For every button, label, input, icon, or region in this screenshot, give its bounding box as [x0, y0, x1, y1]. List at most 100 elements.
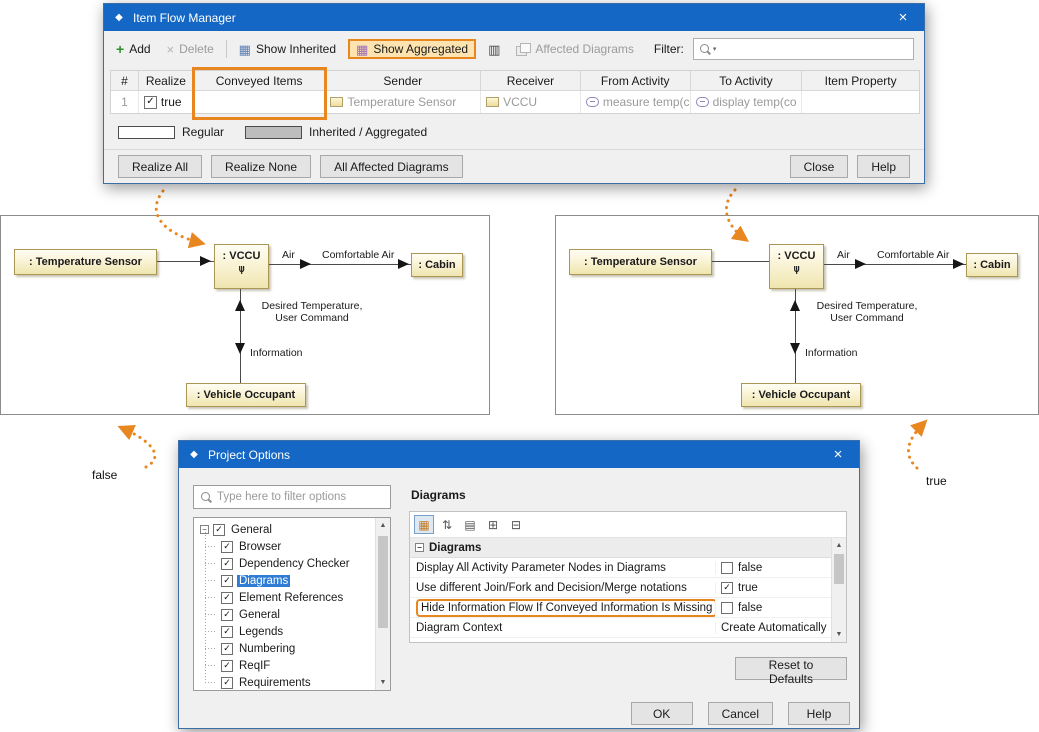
tree-checkbox[interactable]: ✓ — [221, 677, 233, 689]
sort-alphabetically-button[interactable]: ⇅ — [437, 515, 457, 534]
property-row[interactable]: Diagram Context Create Automatically — [410, 618, 831, 638]
property-checkbox[interactable]: ✓ — [721, 562, 733, 574]
realize-all-button[interactable]: Realize All — [118, 155, 202, 178]
tree-checkbox[interactable]: ✓ — [221, 643, 233, 655]
help-button[interactable]: Help — [857, 155, 910, 178]
cancel-button[interactable]: Cancel — [708, 702, 773, 725]
tree-item-diagrams[interactable]: ✓ Diagrams — [194, 572, 390, 589]
tree-item-reqif[interactable]: ✓ ReqIF — [194, 657, 390, 674]
collapse-icon[interactable]: − — [415, 543, 424, 552]
titlebar-close-button[interactable]: × — [817, 441, 859, 468]
reset-to-defaults-button[interactable]: Reset to Defaults — [735, 657, 847, 680]
item-flow-label-comfortable-air[interactable]: Comfortable Air — [322, 249, 394, 261]
item-flow-label-information[interactable]: Information — [250, 347, 303, 359]
column-header-receiver[interactable]: Receiver — [481, 71, 581, 90]
ifm-titlebar[interactable]: ◆ Item Flow Manager × — [104, 4, 924, 31]
column-header-conveyed-items[interactable]: Conveyed Items — [194, 71, 326, 90]
collapse-all-button[interactable]: ⊟ — [506, 515, 526, 534]
show-inherited-button[interactable]: ▦ Show Inherited — [235, 39, 340, 59]
properties-group-row[interactable]: − Diagrams — [410, 538, 831, 558]
item-flow-arrow-up-icon — [235, 300, 245, 311]
scroll-up-icon[interactable]: ▲ — [376, 518, 390, 533]
show-aggregated-button[interactable]: ▦ Show Aggregated — [348, 39, 476, 59]
column-header-from-activity[interactable]: From Activity — [581, 71, 691, 90]
part-vehicle-occupant[interactable]: : Vehicle Occupant — [186, 383, 306, 407]
ok-button[interactable]: OK — [631, 702, 693, 725]
part-cabin[interactable]: : Cabin — [966, 253, 1018, 277]
realize-checkbox[interactable]: ✓ — [144, 96, 157, 109]
tree-checkbox[interactable]: ✓ — [221, 592, 233, 604]
tree-item-dependency-checker[interactable]: ✓ Dependency Checker — [194, 555, 390, 572]
column-header-number[interactable]: # — [111, 71, 139, 90]
part-temperature-sensor[interactable]: : Temperature Sensor — [569, 249, 712, 275]
tree-checkbox[interactable]: ✓ — [213, 524, 225, 536]
scroll-down-icon[interactable]: ▼ — [376, 675, 390, 690]
tree-scrollbar[interactable]: ▲ ▼ — [375, 518, 390, 690]
property-checkbox[interactable]: ✓ — [721, 602, 733, 614]
part-vccu[interactable]: : VCCU ⋔ — [214, 244, 269, 289]
item-flow-label-desired-temperature[interactable]: Desired Temperature, User Command — [248, 300, 376, 324]
show-description-button[interactable]: ▤ — [460, 515, 480, 534]
tree-item-element-references[interactable]: ✓ Element References — [194, 589, 390, 606]
column-header-to-activity[interactable]: To Activity — [691, 71, 803, 90]
part-vehicle-occupant[interactable]: : Vehicle Occupant — [741, 383, 861, 407]
column-header-sender[interactable]: Sender — [325, 71, 481, 90]
column-header-realize[interactable]: Realize — [139, 71, 194, 90]
realize-none-button[interactable]: Realize None — [211, 155, 311, 178]
tree-item-legends[interactable]: ✓ Legends — [194, 623, 390, 640]
tree-checkbox[interactable]: ✓ — [221, 575, 233, 587]
tree-item-general-root[interactable]: − ✓ General — [194, 521, 390, 538]
search-options-caret-icon[interactable]: ▾ — [713, 45, 717, 53]
cell-conveyed-items[interactable] — [194, 91, 326, 113]
titlebar-close-button[interactable]: × — [882, 4, 924, 31]
close-button[interactable]: Close — [790, 155, 849, 178]
item-flow-label-comfortable-air[interactable]: Comfortable Air — [877, 249, 949, 261]
separator-line — [104, 149, 924, 150]
tree-item-general[interactable]: ✓ General — [194, 606, 390, 623]
connector-vccu-cabin[interactable] — [269, 264, 411, 265]
scrollbar-thumb[interactable] — [378, 536, 388, 628]
part-cabin[interactable]: : Cabin — [411, 253, 463, 277]
tree-checkbox[interactable]: ✓ — [221, 541, 233, 553]
scrollbar-thumb[interactable] — [834, 554, 844, 584]
tree-item-numbering[interactable]: ✓ Numbering — [194, 640, 390, 657]
categorized-view-button[interactable]: ▦ — [414, 515, 434, 534]
affected-diagrams-button[interactable]: Affected Diagrams — [512, 39, 638, 59]
select-columns-button[interactable]: ▥ — [484, 40, 504, 59]
tree-checkbox[interactable]: ✓ — [221, 660, 233, 672]
property-row[interactable]: Use different Join/Fork and Decision/Mer… — [410, 578, 831, 598]
part-vccu[interactable]: : VCCU ⋔ — [769, 244, 824, 289]
delete-button[interactable]: × Delete — [163, 39, 218, 59]
scroll-down-icon[interactable]: ▼ — [832, 627, 846, 642]
highlighted-property-name: Hide Information Flow If Conveyed Inform… — [416, 599, 715, 617]
filter-text-input[interactable] — [722, 40, 908, 58]
property-checkbox[interactable]: ✓ — [721, 582, 733, 594]
filter-field[interactable]: ▾ — [693, 38, 914, 60]
item-flow-label-information[interactable]: Information — [805, 347, 858, 359]
all-affected-diagrams-button[interactable]: All Affected Diagrams — [320, 155, 463, 178]
po-titlebar[interactable]: ◆ Project Options × — [179, 441, 859, 468]
expand-all-button[interactable]: ⊞ — [483, 515, 503, 534]
options-filter-input[interactable] — [217, 491, 384, 503]
item-flow-label-air[interactable]: Air — [837, 249, 850, 261]
options-filter-field[interactable] — [193, 485, 391, 509]
tree-checkbox[interactable]: ✓ — [221, 609, 233, 621]
tree-checkbox[interactable]: ✓ — [221, 626, 233, 638]
column-header-item-property[interactable]: Item Property — [802, 71, 919, 90]
item-flow-label-desired-temperature[interactable]: Desired Temperature, User Command — [803, 300, 931, 324]
scroll-up-icon[interactable]: ▲ — [832, 538, 846, 553]
connector-vccu-cabin[interactable] — [824, 264, 966, 265]
table-header-row: # Realize Conveyed Items Sender Receiver… — [111, 71, 919, 91]
add-button[interactable]: + Add — [112, 39, 155, 59]
table-row[interactable]: 1 ✓ true Temperature Sensor VCCU measure… — [111, 91, 919, 113]
tree-checkbox[interactable]: ✓ — [221, 558, 233, 570]
tree-item-requirements[interactable]: ✓ Requirements — [194, 674, 390, 691]
help-button[interactable]: Help — [788, 702, 850, 725]
property-row-hide-information-flow[interactable]: Hide Information Flow If Conveyed Inform… — [410, 598, 831, 618]
connector-sensor-vccu[interactable] — [712, 261, 769, 262]
property-row[interactable]: Display All Activity Parameter Nodes in … — [410, 558, 831, 578]
grid-scrollbar[interactable]: ▲ ▼ — [831, 538, 846, 642]
part-temperature-sensor[interactable]: : Temperature Sensor — [14, 249, 157, 275]
tree-item-browser[interactable]: ✓ Browser — [194, 538, 390, 555]
item-flow-label-air[interactable]: Air — [282, 249, 295, 261]
